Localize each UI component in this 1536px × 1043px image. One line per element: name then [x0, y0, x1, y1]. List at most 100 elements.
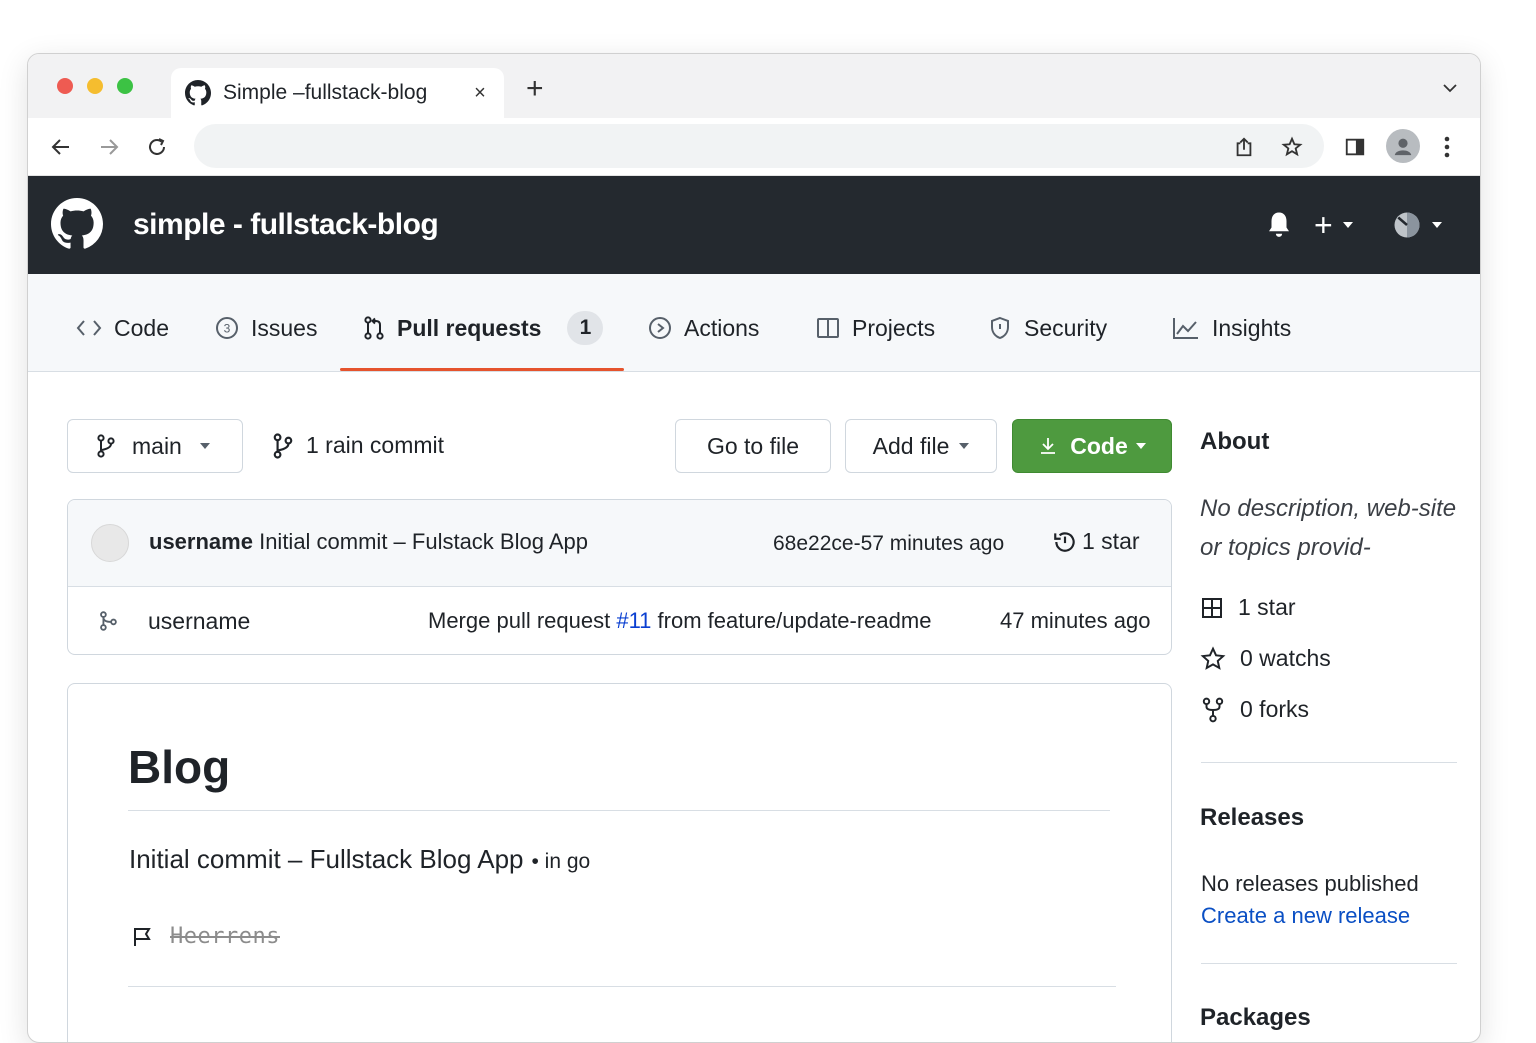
releases-text: No releases published: [1201, 871, 1419, 896]
divider: [1201, 762, 1457, 763]
chevron-down-icon: [1135, 443, 1146, 449]
create-release-link[interactable]: Create a new release: [1201, 903, 1410, 929]
commit-box: username Initial commit – Fulstack Blog …: [67, 499, 1172, 655]
tab-strip: Simple –fullstack-blog × +: [28, 54, 1480, 118]
releases-heading[interactable]: Releases: [1200, 804, 1304, 832]
commit-history-link[interactable]: 1 star: [1052, 528, 1140, 555]
merge-icon: [100, 611, 117, 631]
browser-toolbar: [28, 118, 1480, 176]
forward-arrow-icon[interactable]: [95, 133, 123, 161]
branch-name: main: [132, 432, 182, 459]
graph-icon: [1173, 318, 1198, 339]
share-icon[interactable]: [1230, 133, 1258, 161]
code-button-label: Code: [1070, 432, 1128, 459]
pr-link[interactable]: #11: [616, 608, 651, 633]
tab-actions[interactable]: Actions: [648, 310, 759, 346]
readme-flag-row: Heerrens: [132, 924, 280, 949]
table-row[interactable]: username Merge pull request #11 from fea…: [68, 588, 1171, 654]
issues-icon: 3: [216, 317, 238, 339]
readme-text: Initial commit – Fullstack Blog App • in …: [129, 844, 590, 875]
actions-play-icon: [649, 317, 671, 339]
chevron-down-icon: [1432, 222, 1442, 228]
minimize-window-button[interactable]: [87, 78, 103, 94]
new-tab-button[interactable]: +: [526, 74, 544, 104]
tab-search-chevron-icon[interactable]: [1442, 80, 1458, 96]
tab-pull-requests[interactable]: Pull requests 1: [363, 310, 604, 346]
shield-icon: [991, 316, 1009, 340]
forks-label: 0 forks: [1240, 696, 1310, 722]
browser-menu-icon[interactable]: [1433, 133, 1461, 161]
user-avatar-icon: [1394, 212, 1420, 238]
tab-close-icon[interactable]: ×: [470, 82, 490, 105]
commit-author[interactable]: username: [149, 529, 253, 554]
about-heading: About: [1200, 428, 1270, 455]
tab-projects[interactable]: Projects: [816, 310, 935, 346]
maximize-window-button[interactable]: [117, 78, 133, 94]
branch-icon: [273, 432, 293, 459]
bookmark-star-icon[interactable]: [1278, 133, 1306, 161]
tab-security-label: Security: [1024, 314, 1108, 341]
author-avatar[interactable]: [91, 524, 129, 562]
chevron-down-icon: [199, 443, 210, 449]
tab-code[interactable]: Code: [76, 310, 169, 346]
file-name[interactable]: username: [148, 608, 250, 635]
tab-insights-label: Insights: [1212, 314, 1292, 341]
about-description: No description, web-site or topics provi…: [1200, 495, 1457, 561]
github-header: simple - fullstack-blog +: [28, 176, 1480, 274]
latest-commit-text: username Initial commit – Fulstack Blog …: [149, 529, 588, 555]
pull-requests-counter: 1: [567, 311, 604, 345]
file-commit-message[interactable]: Merge pull request #11 from feature/upda…: [428, 608, 931, 634]
stars-link[interactable]: 1 star: [1200, 594, 1296, 621]
tab-projects-label: Projects: [852, 314, 936, 341]
projects-table-icon: [817, 318, 839, 338]
download-icon: [1041, 438, 1056, 454]
flag-icon: [134, 927, 151, 946]
readme-box: Blog Initial commit – Fullstack Blog App…: [67, 683, 1172, 1042]
side-panel-icon[interactable]: [1341, 133, 1369, 161]
svg-text:3: 3: [224, 322, 231, 336]
forks-link[interactable]: 0 forks: [1200, 696, 1309, 723]
readme-body: Initial commit – Fullstack Blog App: [129, 844, 524, 874]
back-arrow-icon[interactable]: [47, 133, 75, 161]
commit-stars-label: 1 star: [1082, 528, 1140, 554]
fork-icon: [1202, 697, 1224, 722]
notifications-bell-icon[interactable]: [1264, 210, 1294, 240]
reload-icon[interactable]: [143, 133, 171, 161]
pull-request-icon: [364, 316, 384, 340]
commit-hash-time[interactable]: 68e22ce-57 minutes ago: [773, 532, 1004, 556]
tab-security[interactable]: Security: [988, 310, 1107, 346]
tab-insights[interactable]: Insights: [1172, 310, 1291, 346]
repo-nav: Code 3 Issues Pull requests 1 Actions Pr…: [28, 274, 1480, 372]
code-icon: [76, 320, 102, 336]
chevron-down-icon: [959, 443, 970, 449]
watchers-link[interactable]: 0 watchs: [1200, 645, 1331, 672]
tab-code-label: Code: [114, 314, 169, 341]
branch-select-button[interactable]: main: [67, 419, 243, 473]
readme-title: Blog: [128, 741, 231, 793]
chevron-down-icon: [1342, 222, 1353, 228]
plus-icon: +: [1314, 207, 1333, 243]
profile-avatar-icon[interactable]: [1386, 129, 1420, 163]
github-icon: [185, 80, 211, 106]
tab-issues[interactable]: 3 Issues: [215, 310, 317, 346]
browser-tab[interactable]: Simple –fullstack-blog ×: [171, 68, 504, 118]
commit-message[interactable]: Initial commit – Fulstack Blog App: [259, 529, 588, 554]
close-window-button[interactable]: [57, 78, 73, 94]
tab-title: Simple –fullstack-blog: [223, 81, 428, 104]
repo-title[interactable]: simple - fullstack-blog: [133, 208, 439, 242]
add-file-label: Add file: [872, 432, 950, 459]
commit-count-link[interactable]: 1 rain commit: [272, 432, 444, 459]
address-bar[interactable]: [194, 124, 1324, 168]
add-file-button[interactable]: Add file: [845, 419, 997, 473]
create-new-dropdown[interactable]: +: [1314, 207, 1353, 243]
stars-label: 1 star: [1238, 594, 1296, 620]
user-menu-dropdown[interactable]: [1392, 210, 1442, 240]
divider: [128, 986, 1116, 987]
github-logo-icon[interactable]: [51, 198, 103, 250]
watchers-label: 0 watchs: [1240, 645, 1331, 671]
message-suffix: from feature/update-readme: [651, 608, 932, 633]
readme-fuzzy-text: Heerrens: [170, 924, 280, 949]
go-to-file-button[interactable]: Go to file: [675, 419, 831, 473]
packages-heading[interactable]: Packages: [1200, 1004, 1311, 1032]
code-download-button[interactable]: Code: [1012, 419, 1172, 473]
